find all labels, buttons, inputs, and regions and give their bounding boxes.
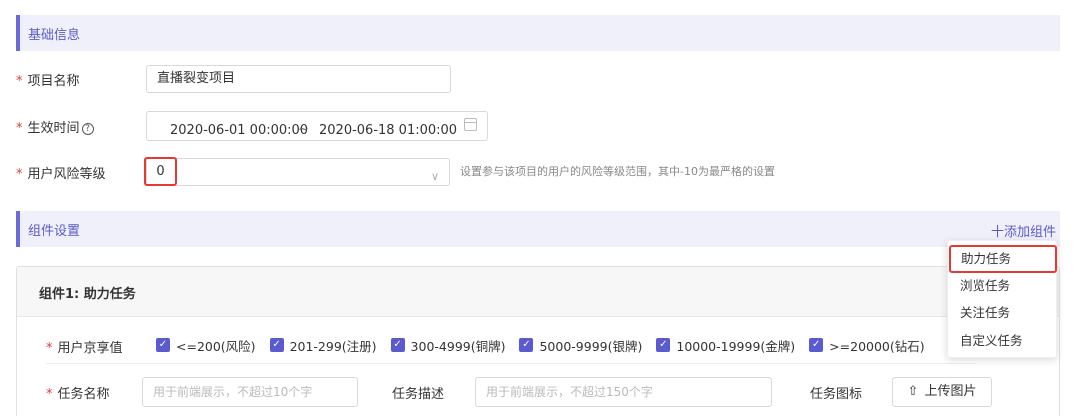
task-icon-label: 任务图标 xyxy=(810,387,863,402)
section-component-settings: 组件设置 xyxy=(16,211,1060,247)
date-end[interactable]: 2020-06-18 01:00:00 xyxy=(319,118,457,144)
jingxiang-label: * 用户京享值 xyxy=(46,341,123,356)
help-icon[interactable]: ? xyxy=(81,123,94,135)
upload-icon: ⇧ xyxy=(907,384,919,399)
menu-item-custom-task[interactable]: 自定义任务 xyxy=(948,328,1056,354)
card-header: 组件1: 助力任务 xyxy=(17,267,1059,317)
risk-level-value[interactable]: 0 xyxy=(144,157,177,186)
checkbox-item[interactable]: ✓ 10000-19999(金牌) xyxy=(656,337,795,354)
checkbox-checked-icon[interactable]: ✓ xyxy=(269,338,284,352)
checkbox-checked-icon[interactable]: ✓ xyxy=(156,338,170,352)
project-name-input[interactable]: 直播裂变项目 xyxy=(146,65,451,93)
upload-image-button[interactable]: ⇧ 上传图片 xyxy=(892,377,992,407)
risk-level-select[interactable]: ∨ xyxy=(146,158,450,186)
checkbox-item[interactable]: ✓ <=200(风险) xyxy=(156,337,256,354)
menu-item-assist-task[interactable]: 助力任务 xyxy=(949,245,1057,273)
project-name-label: * 项目名称 xyxy=(16,74,80,89)
checkbox-checked-icon[interactable]: ✓ xyxy=(390,338,405,352)
checkbox-item[interactable]: ✓ 201-299(注册) xyxy=(269,337,377,354)
checkbox-checked-icon[interactable]: ✓ xyxy=(519,338,534,352)
checkbox-checked-icon[interactable]: ✓ xyxy=(809,338,824,352)
jingxiang-checkbox-group: ✓ <=200(风险) ✓ 201-299(注册) ✓ 300-4999(铜牌) ✓ 5… xyxy=(156,337,939,354)
checkbox-item[interactable]: ✓ 5000-9999(银牌) xyxy=(519,337,642,354)
calendar-icon[interactable] xyxy=(464,118,477,131)
chevron-down-icon: ∨ xyxy=(430,170,439,183)
section-basic-info: 基础信息 xyxy=(16,15,1060,51)
task-name-input[interactable]: 用于前端展示，不超过10个字 xyxy=(142,377,358,407)
date-separator: ~ xyxy=(298,122,309,137)
add-component-dropdown: 助力任务 浏览任务 关注任务 自定义任务 xyxy=(947,240,1057,358)
card-title: 组件1: 助力任务 xyxy=(39,287,136,302)
menu-item-follow-task[interactable]: 关注任务 xyxy=(948,300,1056,326)
risk-level-hint: 设置参与该项目的用户的风险等级范围，其中-10为最严格的设置 xyxy=(460,165,775,178)
section-title: 基础信息 xyxy=(28,28,81,43)
divider xyxy=(46,363,976,364)
date-range-picker[interactable]: 2020-06-01 00:00:00 ~ 2020-06-18 01:00:0… xyxy=(146,111,488,141)
task-desc-label: 任务描述 xyxy=(392,387,445,402)
checkbox-item[interactable]: ✓ >=20000(钻石) xyxy=(809,337,925,354)
section-title: 组件设置 xyxy=(28,224,81,239)
menu-item-browse-task[interactable]: 浏览任务 xyxy=(948,273,1056,299)
add-component-button[interactable]: 十添加组件 xyxy=(991,221,1056,240)
task-desc-input[interactable]: 用于前端展示，不超过150个字 xyxy=(475,377,772,407)
task-name-label: * 任务名称 xyxy=(46,387,110,402)
checkbox-checked-icon[interactable]: ✓ xyxy=(656,338,671,352)
effective-time-label: * 生效时间? xyxy=(16,117,94,136)
date-start[interactable]: 2020-06-01 00:00:00 xyxy=(170,118,308,144)
risk-level-label: * 用户风险等级 xyxy=(16,167,106,182)
checkbox-item[interactable]: ✓ 300-4999(铜牌) xyxy=(390,337,505,354)
